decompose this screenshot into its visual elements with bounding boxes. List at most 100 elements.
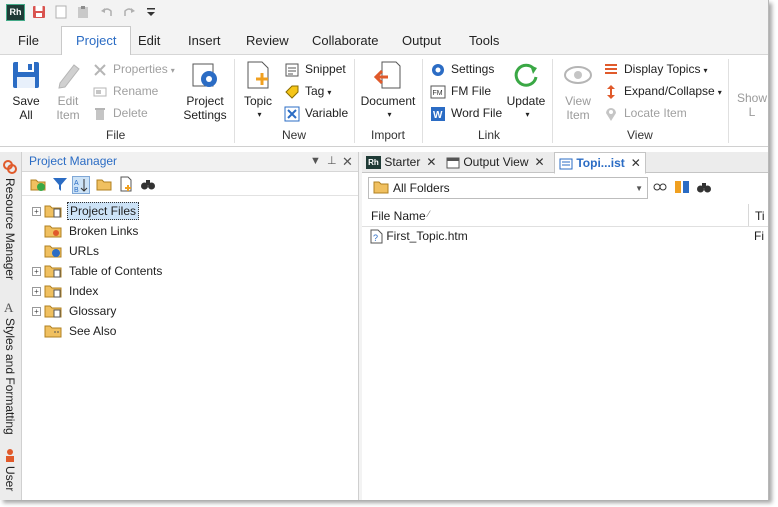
snippet-icon — [285, 63, 299, 77]
save-icon[interactable] — [32, 5, 46, 19]
display-topics-label: Display Topics — [624, 62, 701, 76]
project-settings-button[interactable]: Project Settings — [182, 59, 228, 122]
toc-folder-icon — [44, 265, 62, 278]
tab-insert[interactable]: Insert — [188, 33, 221, 48]
new-icon[interactable] — [54, 5, 68, 19]
svg-text:A: A — [74, 180, 79, 187]
view-item-button[interactable]: View Item — [558, 59, 598, 122]
resource-manager-icon — [3, 160, 17, 174]
tab-tools[interactable]: Tools — [469, 33, 499, 48]
undo-icon[interactable] — [100, 5, 114, 19]
tab-edit[interactable]: Edit — [138, 33, 160, 48]
sort-icon[interactable]: AB — [72, 176, 90, 194]
variable-icon — [284, 106, 300, 122]
app-logo: Rh — [6, 4, 25, 21]
group-separator — [422, 59, 423, 143]
view-item-label-2: Item — [566, 108, 590, 122]
import-document-button[interactable]: Document ▾ — [358, 59, 418, 122]
tab-project[interactable]: Project — [61, 26, 132, 56]
tab-output[interactable]: Output — [402, 33, 441, 48]
variable-button[interactable]: Variable — [284, 104, 348, 122]
edit-item-button[interactable]: Edit Item — [50, 59, 86, 122]
customize-toolbar-icon[interactable] — [144, 5, 158, 19]
group-separator — [234, 59, 235, 143]
variable-label: Variable — [305, 106, 349, 120]
robohelp-window: Rh File Project Edit Insert Review Colla… — [0, 0, 769, 500]
tag-button[interactable]: Tag ▾ — [284, 82, 331, 100]
update-button[interactable]: Update ▾ — [506, 59, 546, 122]
file-group-label: File — [106, 128, 126, 142]
tab-collaborate[interactable]: Collaborate — [312, 33, 379, 48]
column-divider[interactable] — [748, 204, 749, 226]
snippet-button[interactable]: Snippet — [284, 60, 346, 78]
tab-starter[interactable]: Rh Starter ✕ — [366, 152, 436, 172]
close-icon[interactable]: ✕ — [535, 155, 545, 169]
delete-button[interactable]: Delete — [92, 104, 148, 122]
refresh-icon — [514, 63, 538, 87]
svg-text:FM: FM — [433, 90, 443, 97]
folder-icon — [373, 181, 389, 194]
save-all-button[interactable]: Save All — [6, 59, 46, 122]
expand-collapse-button[interactable]: Expand/Collapse ▾ — [603, 82, 722, 100]
app-small-icon: Rh — [366, 156, 381, 170]
fm-file-button[interactable]: FM FM File — [430, 82, 491, 100]
tab-styles-and-formatting[interactable]: Styles and Formatting — [3, 318, 17, 435]
tag-icon — [285, 85, 299, 99]
link-settings-button[interactable]: Settings — [430, 60, 494, 78]
properties-button[interactable]: Properties ▾ — [92, 60, 175, 78]
url-folder-icon — [44, 245, 62, 258]
panel-menu-icon[interactable]: ▼ — [310, 152, 321, 171]
tree-item-label: Glossary — [69, 304, 117, 318]
expand-icon[interactable]: + — [32, 287, 41, 296]
binoculars-icon[interactable] — [696, 179, 712, 195]
tab-file[interactable]: File — [18, 33, 39, 48]
word-file-button[interactable]: W Word File — [430, 104, 502, 122]
svg-text:W: W — [433, 110, 443, 121]
table-row[interactable]: ? First_Topic.htm — [370, 227, 468, 245]
tag-label: Tag — [305, 84, 325, 98]
expand-icon[interactable]: + — [32, 207, 41, 216]
index-folder-icon — [44, 285, 62, 298]
rename-icon — [93, 87, 107, 97]
see-also-folder-icon — [44, 325, 62, 338]
redo-icon[interactable] — [122, 5, 136, 19]
fm-file-icon: FM — [430, 85, 446, 99]
add-folder-icon[interactable] — [30, 176, 46, 192]
snippet-label: Snippet — [305, 62, 346, 76]
expand-icon[interactable]: + — [32, 267, 41, 276]
word-file-label: Word File — [451, 106, 503, 120]
tab-output-view[interactable]: Output View ✕ — [446, 152, 545, 172]
topic-list-header: File Name ⁄ Ti — [362, 204, 768, 227]
tab-user[interactable]: User — [3, 466, 17, 491]
paste-icon[interactable] — [76, 5, 90, 19]
new-topic-small-icon[interactable] — [118, 176, 134, 192]
column-header-title[interactable]: Ti — [755, 209, 765, 223]
column-header-file-name[interactable]: File Name — [371, 209, 426, 223]
expand-icon[interactable]: + — [32, 307, 41, 316]
rename-button[interactable]: Rename — [92, 82, 158, 100]
tab-resource-manager[interactable]: Resource Manager — [3, 178, 17, 280]
tab-review[interactable]: Review — [246, 33, 289, 48]
locate-item-button[interactable]: Locate Item — [603, 104, 687, 122]
document-label: Document — [360, 94, 416, 108]
folder-filter-select[interactable]: All Folders ▼ — [368, 177, 648, 199]
side-panel-tabs: Resource Manager A Styles and Formatting… — [0, 152, 22, 500]
folder-filter-value: All Folders — [393, 181, 450, 195]
new-topic-button[interactable]: Topic ▾ — [240, 59, 276, 122]
folder-icon[interactable] — [96, 176, 112, 192]
close-icon[interactable]: ✕ — [426, 155, 436, 169]
close-icon[interactable]: ✕ — [342, 152, 353, 171]
topic-list-icon — [559, 158, 573, 170]
show-button[interactable]: Show L — [732, 59, 768, 119]
pin-icon[interactable]: ⊥ — [327, 152, 337, 171]
columns-icon[interactable] — [674, 179, 690, 195]
display-topics-button[interactable]: Display Topics ▾ — [603, 60, 708, 78]
filter-icon[interactable] — [52, 176, 68, 192]
expand-collapse-icon — [607, 84, 615, 99]
tab-topic-list[interactable]: Topi...ist ✕ — [554, 152, 646, 174]
view-options-icon[interactable] — [652, 179, 668, 195]
close-icon[interactable]: ✕ — [631, 156, 641, 170]
topic-file-name: First_Topic.htm — [386, 229, 468, 243]
document-dropdown-icon: ▾ — [387, 110, 392, 119]
binoculars-icon[interactable] — [140, 176, 156, 192]
